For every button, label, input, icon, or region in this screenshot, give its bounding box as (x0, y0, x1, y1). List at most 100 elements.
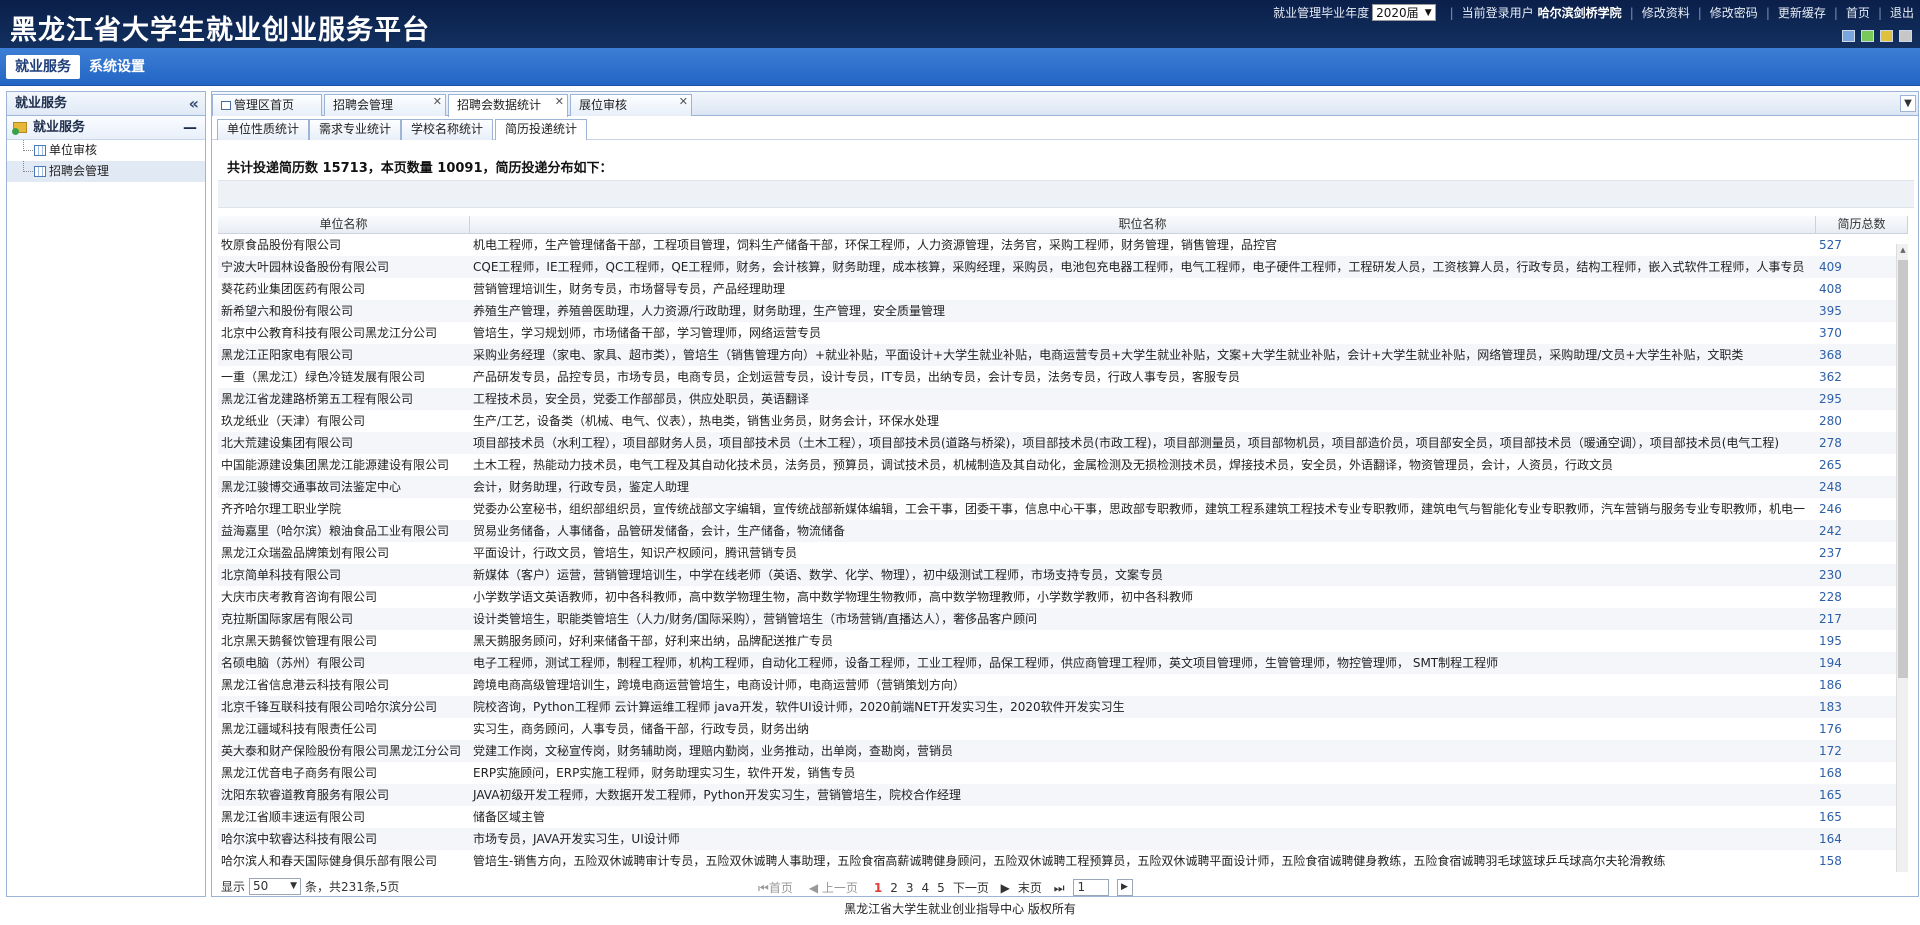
cell-resume-count[interactable]: 168 (1816, 762, 1886, 784)
table-row[interactable]: 黑龙江疆域科技有限责任公司 实习生，商务顾问，人事专员，储备干部，行政专员，财务出… (218, 718, 1908, 740)
cell-resume-count[interactable]: 408 (1816, 278, 1886, 300)
year-select[interactable]: 2020届 ▼ (1372, 4, 1436, 21)
sidebar-item-job-fair[interactable]: 招聘会管理 (7, 161, 205, 182)
tab-job-fair-stats[interactable]: 招聘会数据统计 ✕ (448, 94, 568, 117)
nav-employment-service[interactable]: 就业服务 (6, 55, 80, 79)
table-row[interactable]: 名硕电脑（苏州）有限公司 电子工程师，测试工程师，制程工程师，机构工程师，自动化工… (218, 652, 1908, 674)
cell-resume-count[interactable]: 265 (1816, 454, 1886, 476)
cell-resume-count[interactable]: 183 (1816, 696, 1886, 718)
close-icon[interactable]: ✕ (679, 95, 688, 109)
table-row[interactable]: 益海嘉里（哈尔滨）粮油食品工业有限公司 贸易业务储备，人事储备，品管研发储备，会计… (218, 520, 1908, 542)
table-row[interactable]: 克拉斯国际家居有限公司 设计类管培生，职能类管培生（人力/财务/国际采购），营销管… (218, 608, 1908, 630)
cell-resume-count[interactable]: 194 (1816, 652, 1886, 674)
table-row[interactable]: 黑龙江省信息港云科技有限公司 跨境电商高级管理培训生，跨境电商运营管培生，电商设计… (218, 674, 1908, 696)
subtab-resume-delivery[interactable]: 简历投递统计 (495, 119, 588, 140)
cell-resume-count[interactable]: 248 (1816, 476, 1886, 498)
cell-resume-count[interactable]: 172 (1816, 740, 1886, 762)
cell-resume-count[interactable]: 237 (1816, 542, 1886, 564)
cell-resume-count[interactable]: 527 (1816, 234, 1886, 256)
cell-resume-count[interactable]: 242 (1816, 520, 1886, 542)
scroll-thumb[interactable] (1898, 260, 1908, 678)
sidebar-item-unit-review[interactable]: 单位审核 (7, 140, 205, 161)
cell-resume-count[interactable]: 409 (1816, 256, 1886, 278)
theme-gray-button[interactable] (1899, 30, 1912, 42)
go-arrow-icon[interactable]: ▶ (1116, 879, 1133, 896)
table-row[interactable]: 宁波大叶园林设备股份有限公司 CQE工程师，IE工程师，QC工程师，QE工程师，财… (218, 256, 1908, 278)
page-size-select[interactable]: 50 ▼ (249, 878, 302, 895)
table-row[interactable]: 北大荒建设集团有限公司 项目部技术员（水利工程），项目部财务人员，项目部技术员（土… (218, 432, 1908, 454)
cell-resume-count[interactable]: 295 (1816, 388, 1886, 410)
tabs-menu-icon[interactable]: ▼ (1900, 95, 1916, 112)
table-row[interactable]: 哈尔滨中软睿达科技有限公司 市场专员，JAVA开发实习生，UI设计师 164 (218, 828, 1908, 850)
table-row[interactable]: 哈尔滨人和春天国际健身俱乐部有限公司 管培生-销售方向，五险双休诚聘审计专员，五险… (218, 850, 1908, 870)
table-row[interactable]: 沈阳东软睿道教育服务有限公司 JAVA初级开发工程师，大数据开发工程师，Pytho… (218, 784, 1908, 806)
tab-job-fair-management[interactable]: 招聘会管理 ✕ (324, 94, 446, 116)
table-row[interactable]: 牧原食品股份有限公司 机电工程师，生产管理储备干部，工程项目管理，饲料生产储备干部… (218, 234, 1908, 256)
subtab-major-demand[interactable]: 需求专业统计 (309, 119, 402, 140)
tab-admin-home[interactable]: 管理区首页 (212, 94, 322, 116)
table-row[interactable]: 北京千锋互联科技有限公司哈尔滨分公司 院校咨询，Python工程师 云计算运维工程… (218, 696, 1908, 718)
cell-resume-count[interactable]: 370 (1816, 322, 1886, 344)
cell-resume-count[interactable]: 176 (1816, 718, 1886, 740)
first-page-button[interactable]: ⏮首页 (758, 879, 801, 896)
double-chevron-left-icon[interactable]: « (189, 92, 199, 116)
close-icon[interactable]: ✕ (433, 95, 442, 109)
subtab-school-name[interactable]: 学校名称统计 (401, 119, 494, 140)
table-row[interactable]: 一重（黑龙江）绿色冷链发展有限公司 产品研发专员，品控专员，市场专员，电商专员，企… (218, 366, 1908, 388)
cell-resume-count[interactable]: 158 (1816, 850, 1886, 870)
table-row[interactable]: 黑龙江众瑞盈品牌策划有限公司 平面设计，行政文员，管培生，知识产权顾问，腾讯营销专… (218, 542, 1908, 564)
close-icon[interactable]: ✕ (555, 95, 564, 109)
column-header-positions[interactable]: 职位名称 (470, 216, 1816, 234)
cell-resume-count[interactable]: 165 (1816, 806, 1886, 828)
scroll-up-icon[interactable]: ▲ (1897, 246, 1909, 254)
table-row[interactable]: 黑龙江省顺丰速运有限公司 储备区域主管 165 (218, 806, 1908, 828)
table-row[interactable]: 中国能源建设集团黑龙江能源建设有限公司 土木工程，热能动力技术员，电气工程及其自动… (218, 454, 1908, 476)
table-row[interactable]: 玖龙纸业（天津）有限公司 生产/工艺，设备类（机械、电气、仪表），热电类，销售业务… (218, 410, 1908, 432)
table-row[interactable]: 黑龙江骏博交通事故司法鉴定中心 会计，财务助理，行政专员，鉴定人助理 248 (218, 476, 1908, 498)
theme-green-button[interactable] (1861, 30, 1874, 42)
page-3-button[interactable]: 3 (906, 881, 914, 895)
logout-link[interactable]: 退出 (1890, 4, 1914, 21)
table-row[interactable]: 葵花药业集团医药有限公司 营销管理培训生，财务专员，市场督导专员，产品经理助理 40… (218, 278, 1908, 300)
page-5-button[interactable]: 5 (937, 881, 945, 895)
cell-resume-count[interactable]: 280 (1816, 410, 1886, 432)
table-row[interactable]: 北京简单科技有限公司 新媒体（客户）运营，营销管理培训生，中学在线老师（英语、数学… (218, 564, 1908, 586)
cell-resume-count[interactable]: 164 (1816, 828, 1886, 850)
table-row[interactable]: 英大泰和财产保险股份有限公司黑龙江分公司 党建工作岗，文秘宣传岗，财务辅助岗，理赔… (218, 740, 1908, 762)
cell-resume-count[interactable]: 362 (1816, 366, 1886, 388)
cell-resume-count[interactable]: 395 (1816, 300, 1886, 322)
table-row[interactable]: 北京黑天鹅餐饮管理有限公司 黑天鹅服务顾问，好利来储备干部，好利来出纳，品牌配送推… (218, 630, 1908, 652)
cell-resume-count[interactable]: 230 (1816, 564, 1886, 586)
cell-resume-count[interactable]: 165 (1816, 784, 1886, 806)
edit-profile-link[interactable]: 修改资料 (1642, 4, 1690, 21)
cell-resume-count[interactable]: 228 (1816, 586, 1886, 608)
table-row[interactable]: 黑龙江省龙建路桥第五工程有限公司 工程技术员，安全员，党委工作部部员，供应处职员，… (218, 388, 1908, 410)
nav-system-settings[interactable]: 系统设置 (80, 55, 154, 79)
table-row[interactable]: 齐齐哈尔理工职业学院 党委办公室秘书，组织部组织员，宣传统战部文字编辑，宣传统战部… (218, 498, 1908, 520)
cell-resume-count[interactable]: 186 (1816, 674, 1886, 696)
page-2-button[interactable]: 2 (890, 881, 898, 895)
page-number-input[interactable]: 1 (1072, 879, 1109, 896)
collapse-minus-icon[interactable]: — (183, 116, 197, 140)
table-row[interactable]: 北京中公教育科技有限公司黑龙江分公司 管培生，学习规划师，市场储备干部，学习管理师… (218, 322, 1908, 344)
change-password-link[interactable]: 修改密码 (1710, 4, 1758, 21)
page-4-button[interactable]: 4 (922, 881, 930, 895)
column-header-count[interactable]: 简历总数 (1816, 216, 1908, 234)
cell-resume-count[interactable]: 368 (1816, 344, 1886, 366)
table-row[interactable]: 黑龙江正阳家电有限公司 采购业务经理（家电、家具、超市类），管培生（销售管理方向）… (218, 344, 1908, 366)
refresh-cache-link[interactable]: 更新缓存 (1778, 4, 1826, 21)
subtab-unit-nature[interactable]: 单位性质统计 (217, 119, 310, 140)
theme-blue-button[interactable] (1842, 30, 1855, 42)
prev-page-button[interactable]: ◀ 上一页 (809, 879, 866, 896)
column-header-unit[interactable]: 单位名称 (218, 216, 470, 234)
last-page-button[interactable]: 末页 ⏭ (1018, 879, 1065, 896)
tab-booth-review[interactable]: 展位审核 ✕ (570, 94, 692, 116)
next-page-button[interactable]: 下一页 ▶ (953, 879, 1010, 896)
cell-resume-count[interactable]: 217 (1816, 608, 1886, 630)
table-row[interactable]: 新希望六和股份有限公司 养殖生产管理，养殖兽医助理，人力资源/行政助理，财务助理，… (218, 300, 1908, 322)
sidebar-group-employment[interactable]: 就业服务 — (7, 116, 205, 140)
cell-resume-count[interactable]: 278 (1816, 432, 1886, 454)
vertical-scrollbar[interactable]: ▲ (1896, 244, 1908, 872)
cell-resume-count[interactable]: 246 (1816, 498, 1886, 520)
table-row[interactable]: 黑龙江优音电子商务有限公司 ERP实施顾问，ERP实施工程师，财务助理实习生，软件… (218, 762, 1908, 784)
